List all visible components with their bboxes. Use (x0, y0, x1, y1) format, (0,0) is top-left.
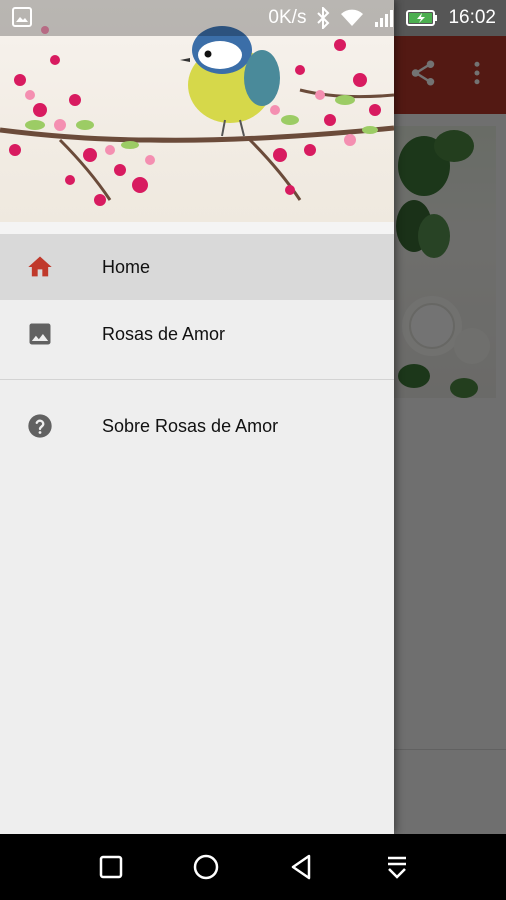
bluetooth-icon (317, 7, 330, 29)
signal-icon (375, 10, 394, 27)
status-left (12, 7, 32, 33)
help-icon (28, 414, 52, 438)
notifications-pull-button[interactable] (380, 850, 414, 884)
drawer-header-spacer (0, 222, 394, 234)
drawer-item-home[interactable]: Home (0, 234, 394, 300)
wifi-icon (341, 9, 364, 26)
home-button[interactable] (189, 850, 223, 884)
drawer-item-label: Sobre Rosas de Amor (102, 415, 279, 436)
image-icon (29, 323, 51, 345)
status-bar: 0K/s 16:02 (0, 0, 506, 36)
navigation-drawer: Home Rosas de Amor Sobre Rosas de Amor (0, 0, 394, 834)
battery-charging-icon (406, 10, 438, 26)
status-right: 0K/s 16:02 (268, 7, 496, 29)
home-icon (28, 256, 52, 277)
drawer-item-rosas-de-amor[interactable]: Rosas de Amor (0, 301, 394, 367)
drawer-item-label: Home (102, 256, 151, 277)
system-navigation-bar (0, 834, 506, 900)
back-button[interactable] (285, 850, 319, 884)
drawer-item-label: Rosas de Amor (102, 323, 226, 344)
network-speed: 0K/s (268, 7, 307, 28)
drawer-item-sobre-rosas-de-amor[interactable]: Sobre Rosas de Amor (0, 393, 394, 459)
status-time: 16:02 (448, 7, 496, 28)
drawer-separator (0, 379, 394, 380)
gallery-notification-icon (12, 7, 32, 27)
recents-button[interactable] (94, 850, 128, 884)
